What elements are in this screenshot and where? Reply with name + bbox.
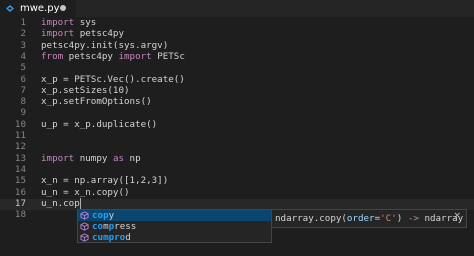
keyword: import <box>118 50 152 62</box>
suggestion-compress[interactable]: co m p ress <box>78 221 271 232</box>
keyword: import <box>41 152 75 164</box>
tab-label: mwe.py <box>20 3 60 14</box>
code-line-2: import petsc4py <box>41 28 124 39</box>
line-number: 9 <box>20 107 26 119</box>
suggestion-match: mpro <box>103 232 126 243</box>
line-number: 13 <box>14 152 26 164</box>
unsaved-dot-icon[interactable] <box>60 5 66 11</box>
suggestion-match: cu <box>92 232 104 243</box>
code-text: PETSc <box>151 50 185 62</box>
line-number: 16 <box>14 186 26 198</box>
line-number: 4 <box>20 50 26 62</box>
tab-bar: mwe.py <box>0 0 474 17</box>
signature-arrow: -> <box>407 213 419 224</box>
python-file-icon <box>6 4 14 12</box>
line-number: 6 <box>20 73 26 85</box>
code-line-1: import sys <box>41 17 96 28</box>
code-line-13: import numpy as np <box>41 153 141 164</box>
code-text: numpy <box>74 152 113 164</box>
signature-close: ) <box>396 213 408 224</box>
line-number: 10 <box>14 118 26 130</box>
line-number: 11 <box>14 130 26 141</box>
text-caret <box>80 198 81 209</box>
suggestion-cumprod[interactable]: cu mpro d <box>78 232 271 243</box>
suggestion-match: co <box>92 221 104 232</box>
line-number: 8 <box>20 96 26 108</box>
suggestion-rest: y <box>108 210 115 221</box>
line-number: 12 <box>14 141 26 153</box>
line-number: 5 <box>20 62 26 74</box>
signature-text: ndarray.copy(order='C') -> ndarray <box>275 213 463 224</box>
method-cube-icon <box>80 233 89 242</box>
code-text: petsc4py <box>63 50 119 62</box>
keyword: import <box>41 28 75 40</box>
keyword: import <box>41 17 75 28</box>
suggestion-match: cop <box>92 210 109 221</box>
code-line-17: u_n.cop <box>41 197 80 209</box>
code-line-10: u_p = x_p.duplicate() <box>41 118 158 130</box>
autocomplete-list: cop y co m p ress cu mpro d <box>77 209 272 243</box>
keyword: as <box>112 152 125 164</box>
line-number: 2 <box>20 28 26 40</box>
line-number: 1 <box>20 17 26 28</box>
code-text: petsc4py <box>74 28 124 40</box>
code-line-3: petsc4py.init(sys.argv) <box>41 39 169 51</box>
signature-param: order <box>346 213 375 224</box>
code-line-16: u_n = x_n.copy() <box>41 186 130 198</box>
line-number-gutter: 1 2 3 4 5 6 7 8 9 10 11 12 13 14 15 16 1… <box>0 17 32 256</box>
tab-mwe-py[interactable]: mwe.py <box>0 0 76 17</box>
keyword: from <box>41 50 64 62</box>
code-text: np <box>124 152 141 164</box>
method-cube-icon <box>80 222 89 231</box>
code-line-8: x_p.setFromOptions() <box>41 96 152 108</box>
code-text: sys <box>74 17 97 28</box>
suggestion-rest: ress <box>114 221 137 232</box>
line-number-active: 17 <box>14 197 26 209</box>
suggestion-details: ndarray.copy(order='C') -> ndarray × <box>271 209 467 228</box>
suggestion-copy[interactable]: cop y <box>78 210 271 221</box>
line-number: 14 <box>14 163 26 175</box>
method-cube-icon <box>80 211 89 220</box>
line-number: 3 <box>20 39 26 51</box>
line-number: 18 <box>14 209 26 221</box>
close-icon[interactable]: × <box>453 211 461 221</box>
line-number: 15 <box>14 175 26 187</box>
line-number: 7 <box>20 84 26 96</box>
code-line-6: x_p = PETSc.Vec().create() <box>41 73 185 85</box>
editor-window: mwe.py 1 2 3 4 5 6 7 8 9 10 11 12 13 14 … <box>0 0 474 256</box>
code-line-4: from petsc4py import PETSc <box>41 51 185 62</box>
code-line-15: x_n = np.array([1,2,3]) <box>41 175 169 187</box>
suggestion-rest: d <box>125 232 131 243</box>
signature-name: ndarray.copy( <box>275 213 347 224</box>
code-line-7: x_p.setSizes(10) <box>41 84 130 96</box>
signature-default: 'C' <box>380 213 397 224</box>
